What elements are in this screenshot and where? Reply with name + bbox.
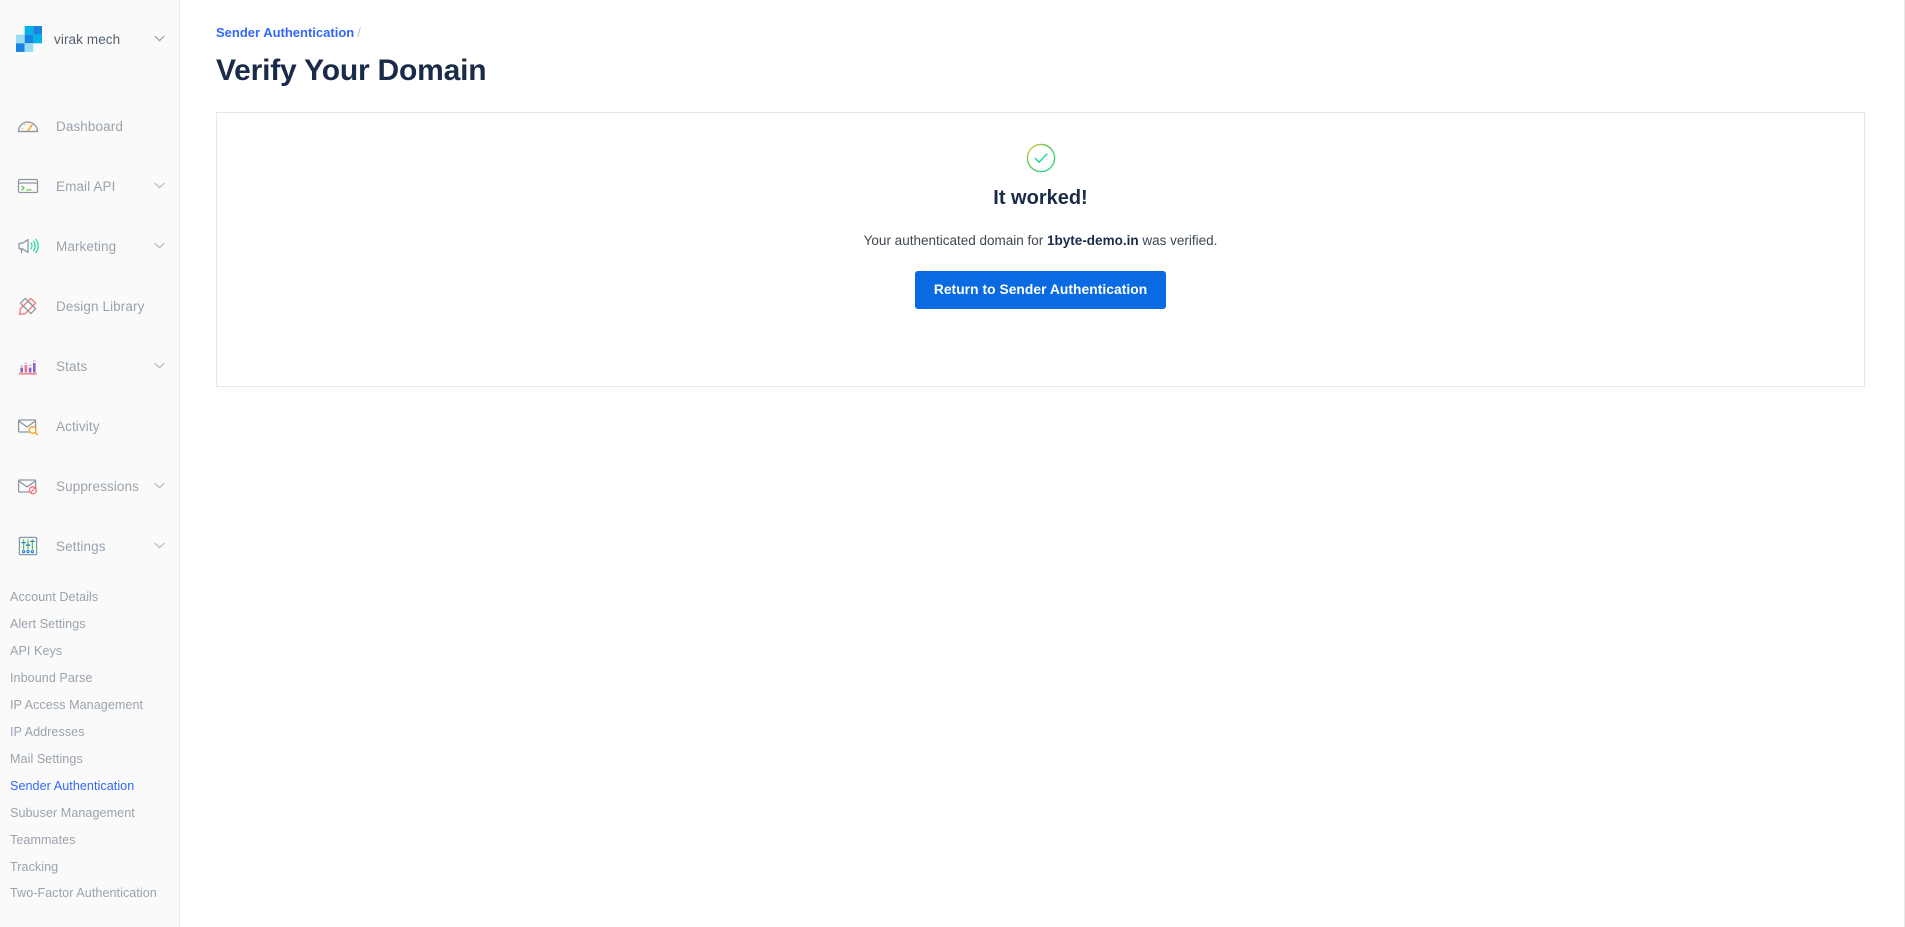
sidebar-subitem-sender-authentication[interactable]: Sender Authentication (0, 773, 179, 800)
chevron-down-icon[interactable] (154, 181, 165, 192)
sidebar-item-label: Settings (56, 538, 106, 554)
description-suffix: was verified. (1138, 233, 1218, 248)
sidebar-item-settings[interactable]: Settings (0, 516, 179, 576)
sidebar-item-label: Suppressions (56, 478, 139, 494)
success-heading: It worked! (993, 187, 1088, 209)
sidebar-subitem-alert-settings[interactable]: Alert Settings (0, 611, 179, 638)
sidebar-item-marketing[interactable]: Marketing (0, 216, 179, 276)
sidebar-item-dashboard[interactable]: Dashboard (0, 96, 179, 156)
chevron-down-icon[interactable] (154, 34, 165, 45)
check-circle-icon (1026, 143, 1056, 173)
main-content: Sender Authentication / Verify Your Domai… (180, 0, 1905, 927)
sidebar-subitem-mail-settings[interactable]: Mail Settings (0, 746, 179, 773)
sidebar-item-label: Stats (56, 358, 88, 374)
success-description: Your authenticated domain for 1byte-demo… (217, 231, 1864, 251)
sidebar-subitem-inbound-parse[interactable]: Inbound Parse (0, 665, 179, 692)
pencil-ruler-icon (14, 292, 42, 320)
sidebar-subitem-ip-addresses[interactable]: IP Addresses (0, 719, 179, 746)
sidebar-subitem-subuser-management[interactable]: Subuser Management (0, 800, 179, 827)
chevron-down-icon[interactable] (154, 541, 165, 552)
description-prefix: Your authenticated domain for (863, 233, 1048, 248)
page-title: Verify Your Domain (216, 54, 487, 87)
chevron-down-icon[interactable] (154, 361, 165, 372)
verification-result-content: It worked! Your authenticated domain for… (217, 113, 1864, 309)
bar-chart-icon (14, 352, 42, 380)
envelope-search-icon (14, 412, 42, 440)
primary-nav: Dashboard Email API Marketing Design Lib… (0, 78, 179, 576)
megaphone-icon (14, 232, 42, 260)
sidebar-subitem-two-factor-authentication[interactable]: Two-Factor Authentication (0, 881, 179, 906)
sidebar-item-label: Design Library (56, 298, 145, 314)
sidebar-subitem-tracking[interactable]: Tracking (0, 854, 179, 881)
sidebar-subitem-teammates[interactable]: Teammates (0, 827, 179, 854)
chevron-down-icon[interactable] (154, 241, 165, 252)
chevron-down-icon[interactable] (154, 481, 165, 492)
breadcrumb-separator: / (357, 25, 361, 40)
sendgrid-logo-icon (16, 26, 42, 52)
app-root: virak mech Dashboard Email API Marketing… (0, 0, 1905, 927)
verified-domain: 1byte-demo.in (1047, 233, 1139, 248)
sidebar-item-label: Dashboard (56, 118, 123, 134)
sidebar-scrollbar[interactable] (178, 0, 179, 927)
sliders-icon (14, 532, 42, 560)
sidebar-item-design-library[interactable]: Design Library (0, 276, 179, 336)
sidebar-subitem-account-details[interactable]: Account Details (0, 584, 179, 611)
account-switcher[interactable]: virak mech (0, 0, 179, 78)
envelope-blocked-icon (14, 472, 42, 500)
return-to-sender-authentication-button[interactable]: Return to Sender Authentication (914, 271, 1167, 309)
account-name: virak mech (54, 31, 121, 47)
sidebar-item-label: Marketing (56, 238, 117, 254)
gauge-icon (14, 112, 42, 140)
sidebar-item-label: Activity (56, 418, 100, 434)
sidebar-item-email-api[interactable]: Email API (0, 156, 179, 216)
sidebar-item-activity[interactable]: Activity (0, 396, 179, 456)
terminal-window-icon (14, 172, 42, 200)
sidebar-subitem-ip-access-management[interactable]: IP Access Management (0, 692, 179, 719)
sidebar-item-suppressions[interactable]: Suppressions (0, 456, 179, 516)
settings-submenu: Account Details Alert Settings API Keys … (0, 576, 179, 906)
breadcrumb: Sender Authentication / (216, 0, 1865, 42)
sidebar-item-label: Email API (56, 178, 116, 194)
sidebar-item-stats[interactable]: Stats (0, 336, 179, 396)
sidebar: virak mech Dashboard Email API Marketing… (0, 0, 180, 927)
sidebar-subitem-api-keys[interactable]: API Keys (0, 638, 179, 665)
breadcrumb-link-sender-authentication[interactable]: Sender Authentication (216, 25, 354, 40)
verification-result-card: It worked! Your authenticated domain for… (216, 112, 1865, 387)
